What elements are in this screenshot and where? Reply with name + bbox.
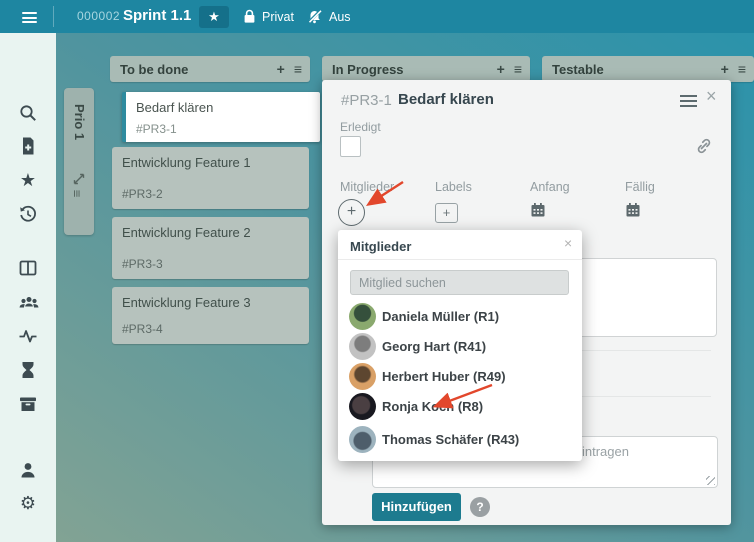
members-popup: Mitglieder × Daniela Müller (R1) Georg H… bbox=[338, 230, 582, 461]
user-icon[interactable] bbox=[18, 460, 38, 480]
due-field-label: Fällig bbox=[625, 180, 655, 194]
favorites-icon[interactable]: ★ bbox=[18, 170, 38, 190]
member-row[interactable]: Thomas Schäfer (R43) bbox=[338, 426, 582, 454]
add-label-button[interactable]: + bbox=[435, 203, 458, 223]
card-link-icon[interactable] bbox=[694, 136, 714, 161]
column-title: In Progress bbox=[332, 61, 404, 77]
submit-comment-button[interactable]: Hinzufügen bbox=[372, 493, 461, 521]
modal-card-title: Bedarf klären bbox=[398, 91, 494, 108]
search-icon[interactable] bbox=[18, 103, 38, 123]
kanban-app: 000002 Sprint 1.1 ★ Privat Aus ★ ⚙ Prio … bbox=[0, 0, 754, 542]
modal-menu-icon[interactable] bbox=[680, 95, 697, 110]
notifications-label: Aus bbox=[329, 9, 351, 24]
member-name: Daniela Müller (R1) bbox=[382, 309, 500, 324]
card[interactable]: Entwicklung Feature 2 #PR3-3 bbox=[112, 217, 309, 279]
add-member-button[interactable]: + bbox=[338, 199, 365, 226]
help-icon[interactable]: ? bbox=[470, 497, 490, 517]
notifications-toggle[interactable]: Aus bbox=[306, 0, 351, 33]
card-title: Entwicklung Feature 1 bbox=[122, 155, 251, 170]
labels-field-label: Labels bbox=[435, 180, 472, 194]
privacy-button[interactable]: Privat bbox=[243, 0, 294, 33]
card-title: Entwicklung Feature 3 bbox=[122, 295, 251, 310]
member-name: Georg Hart (R41) bbox=[382, 339, 487, 354]
avatar bbox=[349, 393, 376, 420]
activity-icon[interactable] bbox=[18, 326, 38, 346]
avatar bbox=[349, 303, 376, 330]
archive-icon[interactable] bbox=[18, 394, 38, 414]
modal-close-icon[interactable]: × bbox=[706, 86, 717, 107]
main-menu-icon[interactable] bbox=[22, 12, 37, 23]
modal-card-id: #PR3-1 bbox=[341, 92, 392, 109]
popup-title: Mitglieder bbox=[350, 239, 412, 254]
card[interactable]: Entwicklung Feature 3 #PR3-4 bbox=[112, 287, 309, 344]
collapse-lane-icon[interactable] bbox=[73, 172, 85, 190]
board-view-icon[interactable] bbox=[18, 258, 38, 278]
add-document-icon[interactable] bbox=[18, 136, 38, 156]
popup-close-icon[interactable]: × bbox=[564, 235, 572, 251]
top-bar: 000002 Sprint 1.1 ★ Privat Aus bbox=[0, 0, 754, 33]
start-date-calendar-icon[interactable] bbox=[530, 202, 546, 223]
card-id: #PR3-2 bbox=[122, 187, 163, 201]
members-field-label: Mitglieder bbox=[340, 180, 395, 194]
members-icon[interactable] bbox=[18, 292, 39, 312]
avatar bbox=[349, 363, 376, 390]
member-name: Thomas Schäfer (R43) bbox=[382, 432, 520, 447]
member-row[interactable]: Daniela Müller (R1) bbox=[338, 303, 582, 331]
avatar bbox=[349, 333, 376, 360]
card-title: Entwicklung Feature 2 bbox=[122, 225, 251, 240]
member-search-input[interactable] bbox=[350, 270, 569, 295]
member-row[interactable]: Herbert Huber (R49) bbox=[338, 363, 582, 391]
column-menu-icon[interactable]: ≡ bbox=[294, 56, 302, 82]
add-card-icon[interactable]: + bbox=[721, 56, 729, 82]
column-title: To be done bbox=[120, 61, 189, 77]
resize-handle[interactable] bbox=[706, 476, 715, 485]
comment-placeholder: intragen bbox=[582, 444, 629, 459]
done-label: Erledigt bbox=[340, 120, 381, 134]
column-header-to-be-done[interactable]: To be done + ≡ bbox=[110, 56, 310, 82]
star-icon: ★ bbox=[208, 9, 220, 24]
left-sidebar: ★ ⚙ bbox=[0, 33, 56, 542]
privacy-label: Privat bbox=[262, 9, 294, 24]
column-title: Testable bbox=[552, 61, 604, 77]
column-header-in-progress[interactable]: In Progress + ≡ bbox=[322, 56, 530, 82]
done-checkbox[interactable] bbox=[340, 136, 361, 157]
add-card-icon[interactable]: + bbox=[497, 56, 505, 82]
bell-off-icon bbox=[307, 8, 322, 24]
card-title: Bedarf klären bbox=[136, 100, 214, 115]
column-menu-icon[interactable]: ≡ bbox=[514, 56, 522, 82]
lock-icon bbox=[244, 9, 255, 23]
history-icon[interactable] bbox=[18, 204, 38, 224]
card-id: #PR3-1 bbox=[136, 122, 177, 136]
popup-divider bbox=[338, 259, 582, 260]
member-row[interactable]: Ronja Koch (R8) bbox=[338, 393, 582, 421]
card-id: #PR3-4 bbox=[122, 322, 163, 336]
settings-icon[interactable]: ⚙ bbox=[18, 493, 38, 513]
topbar-divider bbox=[53, 6, 54, 27]
card-id: #PR3-3 bbox=[122, 257, 163, 271]
column-menu-icon[interactable]: ≡ bbox=[738, 56, 746, 82]
due-date-calendar-icon[interactable] bbox=[625, 202, 641, 223]
member-name: Ronja Koch (R8) bbox=[382, 399, 484, 414]
member-name: Herbert Huber (R49) bbox=[382, 369, 506, 384]
card[interactable]: Entwicklung Feature 1 #PR3-2 bbox=[112, 147, 309, 209]
column-header-testable[interactable]: Testable + ≡ bbox=[542, 56, 754, 82]
swimlane-prio1[interactable]: Prio 1 ≡ bbox=[64, 88, 94, 235]
board-title: Sprint 1.1 bbox=[123, 7, 192, 24]
start-field-label: Anfang bbox=[530, 180, 570, 194]
hourglass-icon[interactable] bbox=[18, 360, 38, 380]
add-card-icon[interactable]: + bbox=[277, 56, 285, 82]
member-row[interactable]: Georg Hart (R41) bbox=[338, 333, 582, 361]
card-selected[interactable]: Bedarf klären #PR3-1 bbox=[122, 92, 320, 142]
favorite-button[interactable]: ★ bbox=[199, 6, 229, 28]
lane-menu-icon[interactable]: ≡ bbox=[69, 190, 84, 198]
swimlane-title: Prio 1 bbox=[72, 104, 87, 141]
board-id: 000002 bbox=[77, 9, 121, 23]
avatar bbox=[349, 426, 376, 453]
